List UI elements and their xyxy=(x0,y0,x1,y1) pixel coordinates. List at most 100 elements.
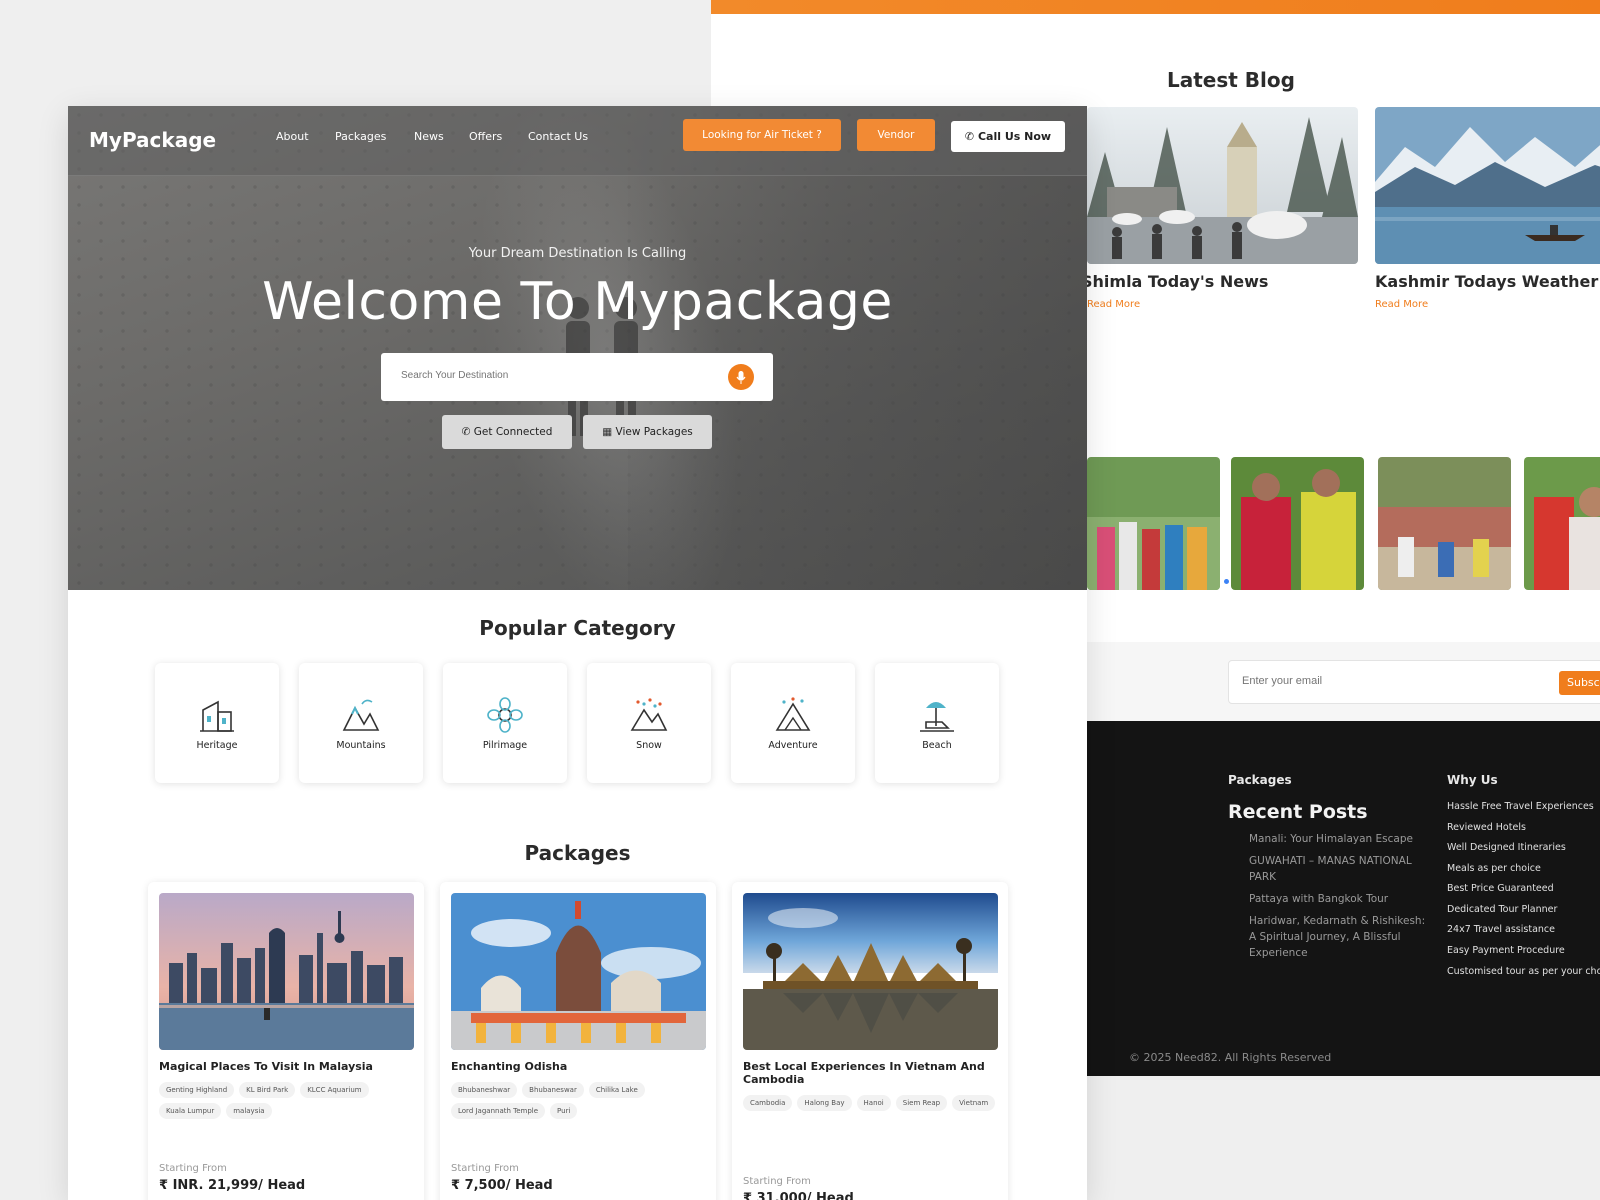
gallery-photo[interactable] xyxy=(1231,457,1364,590)
get-connected-button[interactable]: ✆ Get Connected xyxy=(442,415,572,449)
package-image-angkor xyxy=(743,893,998,1050)
packages-title: Packages xyxy=(524,841,631,865)
vendor-button[interactable]: Vendor xyxy=(857,119,935,151)
blog-post-title[interactable]: Shimla Today's News xyxy=(1081,272,1358,291)
recent-post-link[interactable]: Haridwar, Kedarnath & Rishikesh: A Spiri… xyxy=(1249,913,1434,961)
nav-link-news[interactable]: News xyxy=(414,130,444,143)
beach-icon xyxy=(920,702,954,732)
air-ticket-button[interactable]: Looking for Air Ticket ? xyxy=(683,119,841,151)
blog-image-shimla xyxy=(1087,107,1358,264)
package-tag[interactable]: Hanoi xyxy=(856,1095,891,1111)
recent-post-link[interactable]: GUWAHATI – MANAS NATIONAL PARK xyxy=(1249,853,1434,885)
starting-from-label: Starting From xyxy=(451,1163,519,1174)
email-input[interactable] xyxy=(1242,675,1522,687)
nav-link-offers[interactable]: Offers xyxy=(469,130,502,143)
popular-category-title: Popular Category xyxy=(479,616,676,640)
latest-blog-title: Latest Blog xyxy=(1167,68,1295,92)
category-pilgrimage[interactable]: Pilrimage xyxy=(443,663,567,783)
top-navigation: MyPackage About Packages News Offers Con… xyxy=(68,106,1087,176)
package-tag[interactable]: Genting Highland xyxy=(159,1082,235,1098)
read-more-link[interactable]: Read More xyxy=(1087,299,1358,310)
why-us-item: Reviewed Hotels xyxy=(1447,822,1526,833)
footer-why-title: Why Us xyxy=(1447,773,1498,787)
package-tag[interactable]: KL Bird Park xyxy=(239,1082,296,1098)
call-us-label: Call Us Now xyxy=(977,130,1052,143)
destination-search xyxy=(381,353,773,401)
package-tag[interactable]: Cambodia xyxy=(743,1095,793,1111)
category-label: Beach xyxy=(922,740,952,751)
package-tag[interactable]: Vietnam xyxy=(952,1095,996,1111)
carousel-dot[interactable] xyxy=(1224,579,1229,584)
copyright-text: © 2025 Need82. All Rights Reserved xyxy=(1129,1051,1332,1064)
hero-section: MyPackage About Packages News Offers Con… xyxy=(68,106,1087,590)
blog-post-title[interactable]: Kashmir Todays Weather Ne xyxy=(1375,272,1600,291)
recent-post-link[interactable]: Pattaya with Bangkok Tour xyxy=(1249,891,1434,907)
package-title[interactable]: Magical Places To Visit In Malaysia xyxy=(159,1060,409,1073)
subscribe-button[interactable]: Subscri xyxy=(1559,671,1600,695)
package-tag[interactable]: Kuala Lumpur xyxy=(159,1103,222,1119)
category-label: Heritage xyxy=(196,740,238,751)
why-us-item: Dedicated Tour Planner xyxy=(1447,904,1558,915)
hero-headline: Welcome To Mypackage xyxy=(262,272,893,332)
package-price: ₹ 31,000/ Head xyxy=(743,1191,854,1200)
why-us-item: Hassle Free Travel Experiences xyxy=(1447,801,1594,812)
microphone-icon xyxy=(736,371,746,384)
package-tag[interactable]: Bhubaneshwar xyxy=(451,1082,518,1098)
package-tags: Bhubaneshwar Bhubaneswar Chilika Lake Lo… xyxy=(451,1082,706,1119)
why-us-item: 24x7 Travel assistance xyxy=(1447,924,1555,935)
package-card-vietnam-cambodia[interactable]: Best Local Experiences In Vietnam And Ca… xyxy=(732,882,1008,1200)
footer-packages-title: Packages xyxy=(1228,773,1292,787)
category-label: Snow xyxy=(636,740,662,751)
package-price: ₹ 7,500/ Head xyxy=(451,1178,553,1193)
category-heritage[interactable]: Heritage xyxy=(155,663,279,783)
mic-button[interactable] xyxy=(728,364,754,390)
package-tag[interactable]: Puri xyxy=(550,1103,578,1119)
package-title[interactable]: Best Local Experiences In Vietnam And Ca… xyxy=(743,1060,993,1086)
package-tag[interactable]: Siem Reap xyxy=(895,1095,948,1111)
newsletter-form: Subscri xyxy=(1228,660,1600,704)
package-image-odisha xyxy=(451,893,706,1050)
calendar-icon: ▦ xyxy=(602,426,613,438)
why-us-item: Well Designed Itineraries xyxy=(1447,842,1566,853)
category-beach[interactable]: Beach xyxy=(875,663,999,783)
search-input[interactable] xyxy=(401,370,701,381)
adventure-icon xyxy=(775,697,811,731)
package-card-odisha[interactable]: Enchanting Odisha Bhubaneshwar Bhubanesw… xyxy=(440,882,716,1200)
view-packages-label: View Packages xyxy=(615,426,693,438)
category-label: Mountains xyxy=(336,740,386,751)
nav-link-about[interactable]: About xyxy=(276,130,309,143)
recent-post-link[interactable]: Manali: Your Himalayan Escape xyxy=(1249,831,1434,847)
gallery-photo[interactable] xyxy=(1087,457,1220,590)
pilgrimage-icon xyxy=(487,697,523,733)
category-adventure[interactable]: Adventure xyxy=(731,663,855,783)
blog-card-shimla[interactable]: Shimla Today's News Read More xyxy=(1081,107,1358,310)
why-us-item: Meals as per choice xyxy=(1447,863,1541,874)
package-tag[interactable]: Chilika Lake xyxy=(588,1082,645,1098)
blog-card-kashmir[interactable]: Kashmir Todays Weather Ne Read More xyxy=(1375,107,1600,310)
package-tag[interactable]: Bhubaneswar xyxy=(522,1082,584,1098)
phone-icon: ✆ xyxy=(964,130,975,143)
nav-link-contact[interactable]: Contact Us xyxy=(528,130,588,143)
heritage-icon xyxy=(200,700,234,732)
package-image-malaysia xyxy=(159,893,414,1050)
read-more-link[interactable]: Read More xyxy=(1375,299,1600,310)
package-tag[interactable]: malaysia xyxy=(226,1103,272,1119)
view-packages-button[interactable]: ▦ View Packages xyxy=(583,415,712,449)
package-tag[interactable]: KLCC Aquarium xyxy=(300,1082,369,1098)
package-card-malaysia[interactable]: Magical Places To Visit In Malaysia Gent… xyxy=(148,882,424,1200)
gallery-photo[interactable] xyxy=(1524,457,1600,590)
nav-link-packages[interactable]: Packages xyxy=(335,130,386,143)
starting-from-label: Starting From xyxy=(159,1163,227,1174)
package-price: ₹ INR. 21,999/ Head xyxy=(159,1178,306,1193)
package-tag[interactable]: Halong Bay xyxy=(797,1095,852,1111)
category-label: Adventure xyxy=(768,740,818,751)
package-tags: Cambodia Halong Bay Hanoi Siem Reap Viet… xyxy=(743,1095,998,1111)
category-mountains[interactable]: Mountains xyxy=(299,663,423,783)
phone-icon: ✆ xyxy=(461,426,471,438)
call-us-button[interactable]: ✆ Call Us Now xyxy=(951,121,1065,152)
site-logo[interactable]: MyPackage xyxy=(89,128,216,152)
gallery-photo[interactable] xyxy=(1378,457,1511,590)
category-snow[interactable]: Snow xyxy=(587,663,711,783)
package-title[interactable]: Enchanting Odisha xyxy=(451,1060,701,1073)
package-tag[interactable]: Lord Jagannath Temple xyxy=(451,1103,546,1119)
